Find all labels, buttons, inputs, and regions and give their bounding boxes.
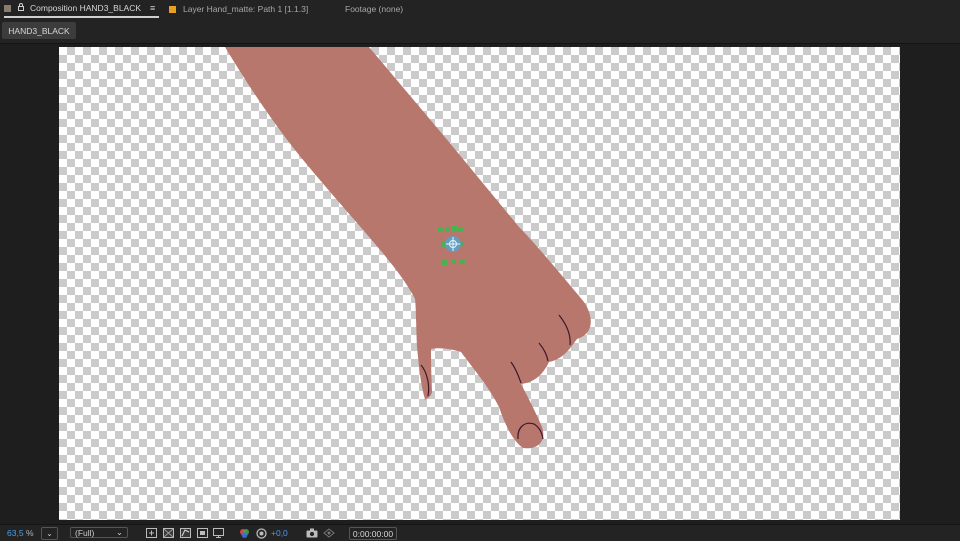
transparency-grid-icon[interactable] <box>162 527 174 539</box>
hand-shape[interactable] <box>225 47 591 449</box>
color-management-icon[interactable] <box>255 527 267 539</box>
snapshot-region-icon[interactable] <box>145 527 157 539</box>
lock-icon[interactable] <box>18 3 24 13</box>
path-vertex-handle[interactable] <box>445 227 450 232</box>
panel-tab-bar: Composition HAND3_BLACK ≡ Layer Hand_mat… <box>0 0 960 18</box>
current-time-display[interactable]: 0:00:00:00 <box>349 527 397 540</box>
path-vertex-handle[interactable] <box>442 260 447 265</box>
show-snapshot-icon[interactable] <box>323 527 335 539</box>
chevron-down-icon: ⌄ <box>46 529 53 538</box>
safe-margins-icon[interactable] <box>196 527 208 539</box>
layer-swatch-icon <box>169 5 176 13</box>
tab-footage-label: Footage (none) <box>345 4 404 14</box>
exposure-value[interactable]: +0,0 <box>271 525 288 541</box>
tab-layer-label: Layer Hand_matte: Path 1 [1.1.3] <box>183 4 309 14</box>
tab-composition-label: Composition HAND3_BLACK <box>30 3 142 13</box>
hand-artwork <box>225 47 591 449</box>
camera-snapshot-icon[interactable] <box>306 527 318 539</box>
mask-visibility-icon[interactable] <box>179 527 191 539</box>
composition-swatch-icon <box>4 4 11 12</box>
zoom-unit: % <box>26 528 34 538</box>
composition-navigator <box>0 18 960 44</box>
zoom-value[interactable]: 63,5 <box>7 525 24 541</box>
path-vertex-handle[interactable] <box>451 259 456 264</box>
panel-menu-icon[interactable]: ≡ <box>150 3 155 13</box>
resolution-value: (Full) <box>75 527 95 538</box>
path-vertex-handle[interactable] <box>438 227 443 232</box>
tab-composition[interactable]: Composition HAND3_BLACK ≡ <box>4 0 160 18</box>
zoom-dropdown[interactable]: ⌄ <box>41 527 58 540</box>
composition-breadcrumb[interactable]: HAND3_BLACK <box>2 22 76 39</box>
resolution-dropdown[interactable]: (Full) ⌄ <box>70 527 128 538</box>
tab-footage[interactable]: Footage (none) <box>345 0 403 18</box>
composition-canvas[interactable] <box>59 47 900 520</box>
viewer-toolbar: 63,5 % ⌄ (Full) ⌄ +0,0 0:00:00:00 <box>0 524 960 540</box>
path-vertex-handle[interactable] <box>458 227 463 232</box>
chevron-down-icon: ⌄ <box>115 527 123 537</box>
path-vertex-handle[interactable] <box>452 226 457 231</box>
grid-guide-icon[interactable] <box>212 527 224 539</box>
color-channels-icon[interactable] <box>238 527 250 539</box>
path-vertex-handle[interactable] <box>460 259 465 264</box>
tab-layer[interactable]: Layer Hand_matte: Path 1 [1.1.3] <box>169 0 308 18</box>
